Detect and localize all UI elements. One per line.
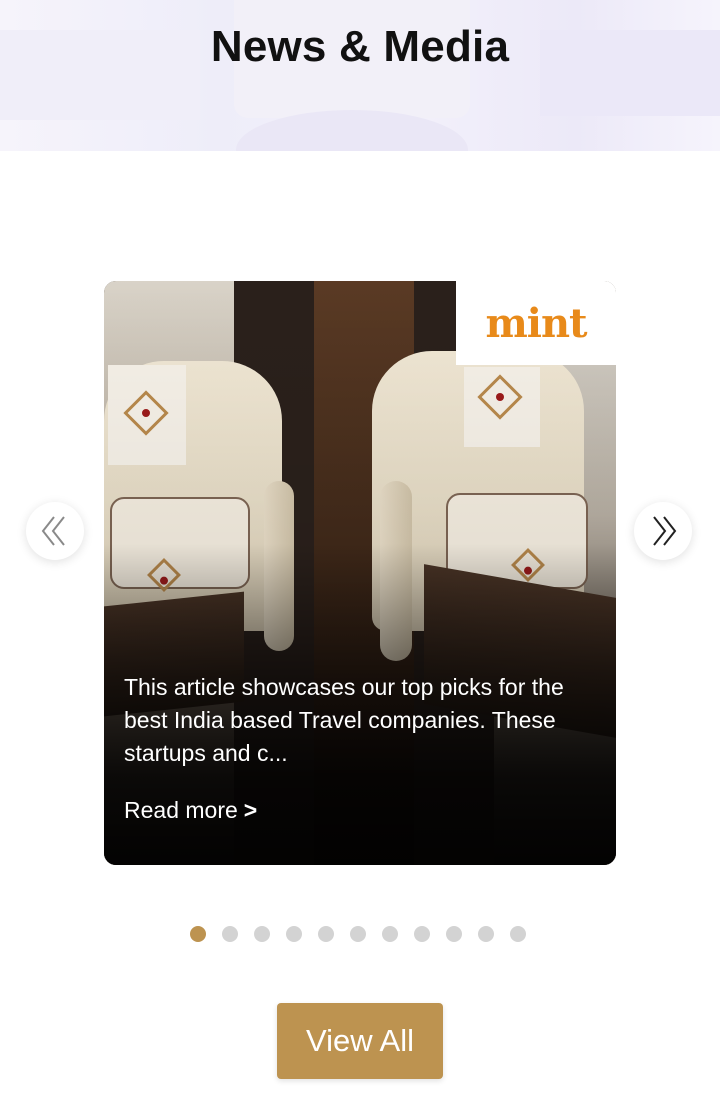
- publisher-logo-text: mint: [485, 299, 587, 347]
- pagination-dot[interactable]: [222, 926, 238, 942]
- carousel-next-button[interactable]: [634, 502, 692, 560]
- news-card[interactable]: mint This article showcases our top pick…: [104, 281, 616, 865]
- page-title: News & Media: [210, 22, 510, 71]
- double-chevron-left-icon: [41, 516, 65, 546]
- carousel-prev-button[interactable]: [26, 502, 84, 560]
- pagination-dot[interactable]: [414, 926, 430, 942]
- double-chevron-right-icon: [653, 516, 677, 546]
- pagination-dot[interactable]: [318, 926, 334, 942]
- pagination-dot[interactable]: [446, 926, 462, 942]
- read-more-link[interactable]: Read more >: [124, 794, 257, 827]
- pagination-dot[interactable]: [190, 926, 206, 942]
- pagination-dot[interactable]: [510, 926, 526, 942]
- pagination-dot[interactable]: [254, 926, 270, 942]
- pagination-dot[interactable]: [382, 926, 398, 942]
- article-description: This article showcases our top picks for…: [124, 674, 564, 766]
- pagination-dot[interactable]: [350, 926, 366, 942]
- read-more-label: Read more: [124, 797, 238, 823]
- pagination-dot[interactable]: [286, 926, 302, 942]
- chevron-right-icon: >: [243, 797, 258, 823]
- view-all-button[interactable]: View All: [277, 1003, 443, 1079]
- pagination-dot[interactable]: [478, 926, 494, 942]
- carousel-pagination: [190, 926, 526, 944]
- publisher-logo: mint: [456, 281, 616, 365]
